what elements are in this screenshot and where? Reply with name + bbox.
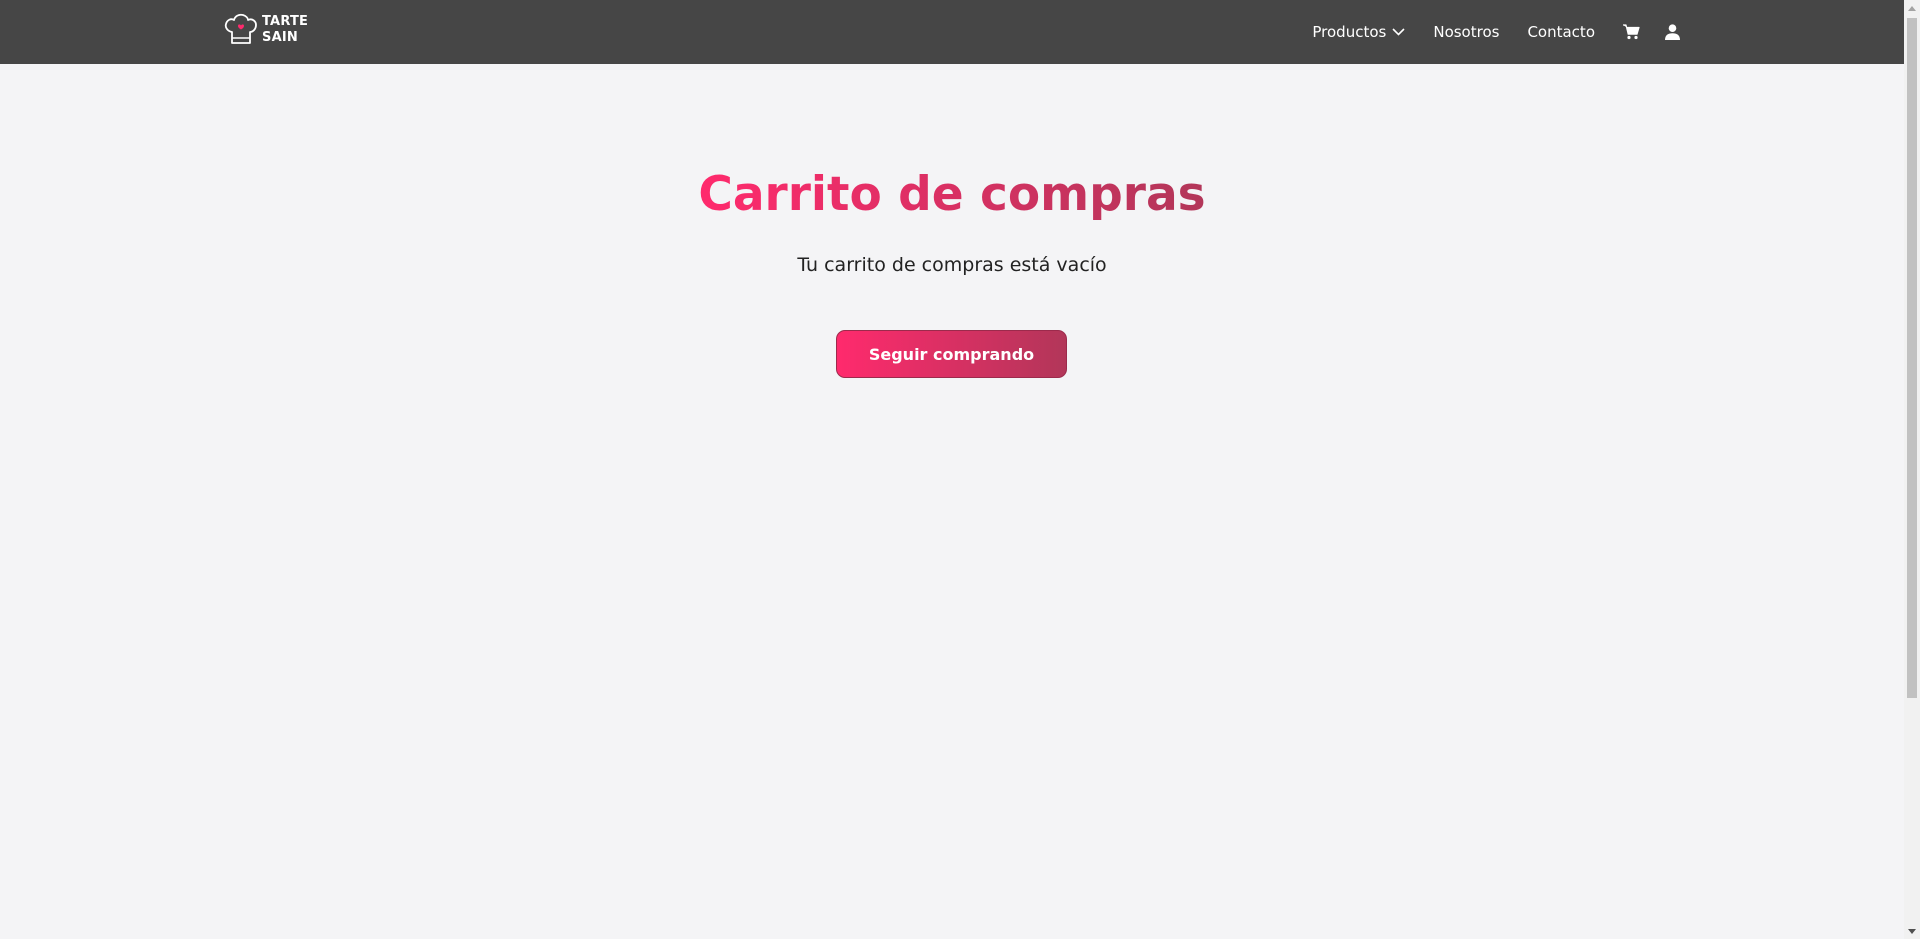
navbar: TARTE SAIN Productos Nosotros Contacto (0, 0, 1904, 64)
brand-line-1: TARTE (262, 14, 309, 29)
nav-item-productos-label: Productos (1312, 23, 1387, 41)
scrollbar-thumb[interactable] (1907, 18, 1917, 698)
empty-cart-message: Tu carrito de compras está vacío (797, 254, 1107, 276)
vertical-scrollbar[interactable] (1904, 0, 1920, 939)
brand-line-2: SAIN (262, 30, 298, 45)
scroll-up-arrow-icon[interactable] (1904, 0, 1920, 16)
chevron-down-icon (1392, 28, 1405, 36)
user-account-button[interactable] (1665, 24, 1680, 40)
nav-item-productos[interactable]: Productos (1312, 23, 1405, 41)
brand-logo-link[interactable]: TARTE SAIN (223, 13, 308, 47)
nav-item-nosotros-label: Nosotros (1433, 23, 1500, 41)
cart-icon (1623, 24, 1640, 40)
chef-hat-icon (224, 13, 257, 44)
nav-item-nosotros[interactable]: Nosotros (1433, 23, 1499, 41)
main-nav: Productos Nosotros Contacto (1312, 0, 1680, 64)
continue-shopping-button[interactable]: Seguir comprando (836, 330, 1067, 378)
nav-item-contacto-label: Contacto (1527, 23, 1595, 41)
scroll-down-arrow-icon[interactable] (1904, 923, 1920, 939)
page-title: Carrito de compras (698, 165, 1205, 225)
user-icon (1665, 24, 1680, 40)
nav-item-contacto[interactable]: Contacto (1527, 23, 1595, 41)
page-title-wrapper: Carrito de compras (0, 165, 1904, 225)
cart-button[interactable] (1623, 24, 1640, 40)
brand-name: TARTE SAIN (262, 14, 308, 46)
